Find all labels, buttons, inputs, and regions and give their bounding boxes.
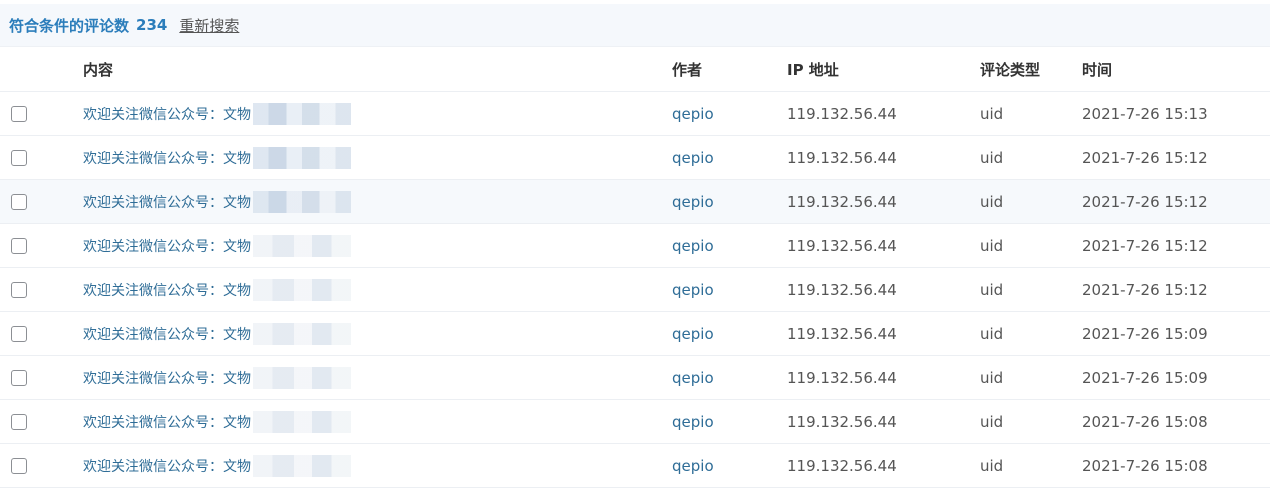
author-link[interactable]: qepio: [672, 149, 714, 167]
table-row: 欢迎关注微信公众号：文物 qepio 119.132.56.44 uid 202…: [0, 444, 1270, 488]
row-checkbox[interactable]: [11, 281, 27, 298]
ip-address: 119.132.56.44: [787, 280, 897, 299]
redacted-mosaic: [253, 146, 351, 169]
author-link[interactable]: qepio: [672, 105, 714, 123]
row-checkbox[interactable]: [11, 325, 27, 342]
ip-address: 119.132.56.44: [787, 368, 897, 387]
comment-content-link[interactable]: 欢迎关注微信公众号：文物: [83, 368, 251, 388]
redacted-mosaic: [253, 278, 351, 301]
redacted-mosaic: [253, 322, 351, 345]
ip-address: 119.132.56.44: [787, 412, 897, 431]
ip-address: 119.132.56.44: [787, 192, 897, 211]
author-link[interactable]: qepio: [672, 193, 714, 211]
table-row: 欢迎关注微信公众号：文物 qepio 119.132.56.44 uid 202…: [0, 400, 1270, 444]
author-link[interactable]: qepio: [672, 457, 714, 475]
column-header-content: 内容: [83, 60, 114, 79]
table-row: 欢迎关注微信公众号：文物 qepio 119.132.56.44 uid 202…: [0, 180, 1270, 224]
redacted-mosaic: [253, 234, 351, 257]
comment-type: uid: [980, 368, 1004, 387]
column-header-time: 时间: [1082, 60, 1113, 79]
comment-time: 2021-7-26 15:08: [1082, 412, 1208, 431]
comment-time: 2021-7-26 15:09: [1082, 324, 1208, 343]
row-checkbox[interactable]: [11, 369, 27, 386]
comment-type: uid: [980, 324, 1004, 343]
comment-time: 2021-7-26 15:08: [1082, 456, 1208, 475]
comment-type: uid: [980, 236, 1004, 255]
comment-type: uid: [980, 192, 1004, 211]
comment-content-link[interactable]: 欢迎关注微信公众号：文物: [83, 324, 251, 344]
row-checkbox[interactable]: [11, 237, 27, 254]
redacted-mosaic: [253, 410, 351, 433]
comment-time: 2021-7-26 15:13: [1082, 104, 1208, 123]
research-link[interactable]: 重新搜索: [179, 15, 239, 36]
ip-address: 119.132.56.44: [787, 236, 897, 255]
results-count-label: 符合条件的评论数: [9, 16, 130, 35]
comment-content-link[interactable]: 欢迎关注微信公众号：文物: [83, 104, 251, 124]
comments-table: 内容 作者 IP 地址 评论类型 时间 欢迎关注微信公众号：文物 qepio 1…: [0, 47, 1270, 488]
comment-content-link[interactable]: 欢迎关注微信公众号：文物: [83, 280, 251, 300]
author-link[interactable]: qepio: [672, 237, 714, 255]
table-row: 欢迎关注微信公众号：文物 qepio 119.132.56.44 uid 202…: [0, 224, 1270, 268]
comment-time: 2021-7-26 15:12: [1082, 280, 1208, 299]
row-checkbox[interactable]: [11, 105, 27, 122]
table-header-row: 内容 作者 IP 地址 评论类型 时间: [0, 47, 1270, 92]
column-header-ip: IP 地址: [787, 60, 839, 79]
author-link[interactable]: qepio: [672, 281, 714, 299]
column-header-type: 评论类型: [980, 60, 1041, 79]
comment-content-link[interactable]: 欢迎关注微信公众号：文物: [83, 148, 251, 168]
table-row: 欢迎关注微信公众号：文物 qepio 119.132.56.44 uid 202…: [0, 92, 1270, 136]
redacted-mosaic: [253, 366, 351, 389]
comment-content-link[interactable]: 欢迎关注微信公众号：文物: [83, 192, 251, 212]
comment-content-link[interactable]: 欢迎关注微信公众号：文物: [83, 456, 251, 476]
redacted-mosaic: [253, 454, 351, 477]
comment-time: 2021-7-26 15:12: [1082, 192, 1208, 211]
comment-type: uid: [980, 104, 1004, 123]
table-row: 欢迎关注微信公众号：文物 qepio 119.132.56.44 uid 202…: [0, 268, 1270, 312]
redacted-mosaic: [253, 102, 351, 125]
row-checkbox[interactable]: [11, 413, 27, 430]
comment-content-link[interactable]: 欢迎关注微信公众号：文物: [83, 236, 251, 256]
row-checkbox[interactable]: [11, 193, 27, 210]
column-header-author: 作者: [672, 60, 703, 79]
ip-address: 119.132.56.44: [787, 456, 897, 475]
comment-time: 2021-7-26 15:09: [1082, 368, 1208, 387]
ip-address: 119.132.56.44: [787, 148, 897, 167]
author-link[interactable]: qepio: [672, 413, 714, 431]
comment-type: uid: [980, 148, 1004, 167]
results-summary-bar: 符合条件的评论数 234 重新搜索: [0, 4, 1270, 47]
comment-content-link[interactable]: 欢迎关注微信公众号：文物: [83, 412, 251, 432]
row-checkbox[interactable]: [11, 457, 27, 474]
comment-type: uid: [980, 280, 1004, 299]
redacted-mosaic: [253, 190, 351, 213]
comment-type: uid: [980, 456, 1004, 475]
table-row: 欢迎关注微信公众号：文物 qepio 119.132.56.44 uid 202…: [0, 312, 1270, 356]
author-link[interactable]: qepio: [672, 369, 714, 387]
ip-address: 119.132.56.44: [787, 324, 897, 343]
comment-time: 2021-7-26 15:12: [1082, 236, 1208, 255]
comment-type: uid: [980, 412, 1004, 431]
row-checkbox[interactable]: [11, 149, 27, 166]
results-count-value: 234: [136, 16, 168, 34]
table-row: 欢迎关注微信公众号：文物 qepio 119.132.56.44 uid 202…: [0, 356, 1270, 400]
comment-time: 2021-7-26 15:12: [1082, 148, 1208, 167]
ip-address: 119.132.56.44: [787, 104, 897, 123]
author-link[interactable]: qepio: [672, 325, 714, 343]
table-row: 欢迎关注微信公众号：文物 qepio 119.132.56.44 uid 202…: [0, 136, 1270, 180]
